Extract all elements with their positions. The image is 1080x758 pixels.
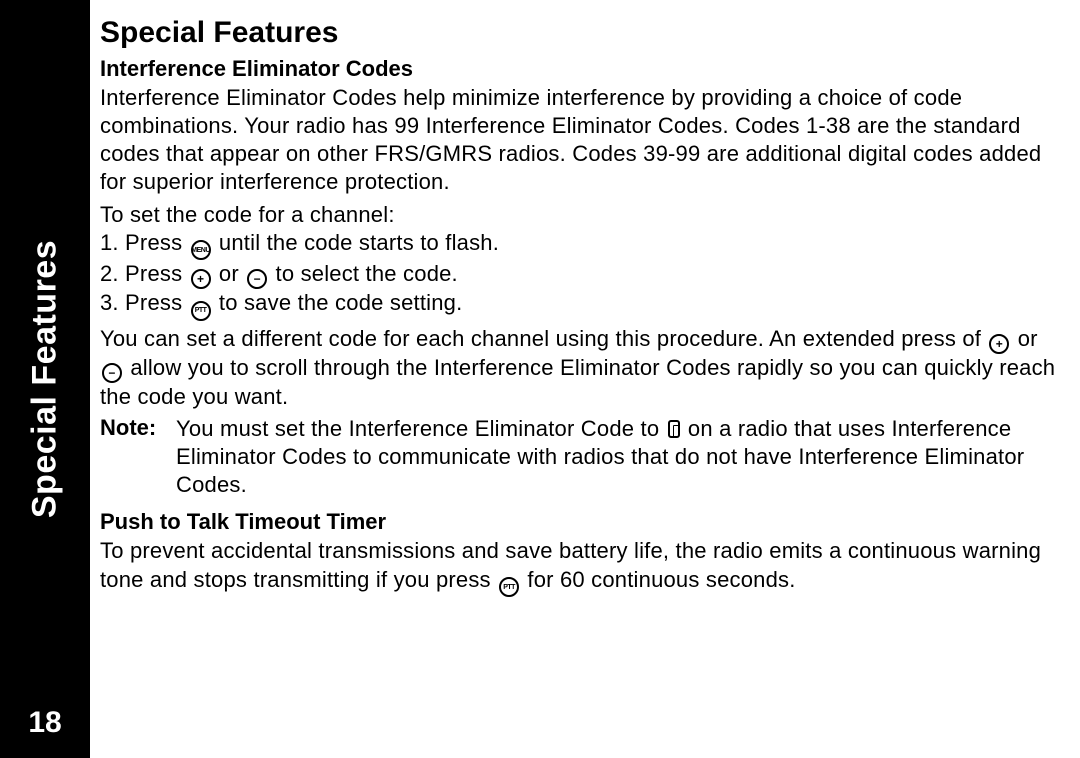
step-3-text-b: to save the code setting. [219, 290, 463, 315]
sidebar-section-label: Special Features [26, 240, 65, 518]
content-area: Special Features Interference Eliminator… [100, 16, 1056, 597]
manual-page: Special Features 18 Special Features Int… [0, 0, 1080, 758]
zero-glyph-icon [668, 420, 680, 438]
sidebar: Special Features 18 [0, 0, 90, 758]
step-2-text-c: to select the code. [276, 261, 458, 286]
steps-lead: To set the code for a channel: [100, 201, 1056, 229]
scroll-text-c: allow you to scroll through the Interfer… [100, 355, 1055, 409]
scroll-text-b: or [1018, 326, 1038, 351]
ptt-icon: PTT [191, 301, 211, 321]
minus-icon: − [247, 269, 267, 289]
minus-icon: − [102, 363, 122, 383]
plus-icon: + [191, 269, 211, 289]
step-2: 2. Press + or − to select the code. [100, 260, 1056, 289]
ptt-paragraph: To prevent accidental transmissions and … [100, 537, 1056, 597]
note-body: You must set the Interference Eliminator… [172, 415, 1056, 499]
note-label: Note: [100, 415, 172, 499]
plus-icon: + [989, 334, 1009, 354]
note-block: Note: You must set the Interference Elim… [100, 415, 1056, 499]
step-2-text-b: or [219, 261, 245, 286]
note-text-a: You must set the Interference Eliminator… [176, 416, 666, 441]
step-2-text-a: 2. Press [100, 261, 189, 286]
ptt-icon: PTT [499, 577, 519, 597]
menu-icon: MENU [191, 240, 211, 260]
step-1-text-a: 1. Press [100, 230, 189, 255]
step-1: 1. Press MENU until the code starts to f… [100, 229, 1056, 261]
page-title: Special Features [100, 16, 1056, 50]
section-heading-interference: Interference Eliminator Codes [100, 56, 1056, 82]
page-number: 18 [0, 706, 90, 740]
scroll-text-a: You can set a different code for each ch… [100, 326, 987, 351]
step-1-text-b: until the code starts to flash. [219, 230, 499, 255]
step-3-text-a: 3. Press [100, 290, 189, 315]
section-ptt: Push to Talk Timeout Timer To prevent ac… [100, 509, 1056, 597]
scroll-paragraph: You can set a different code for each ch… [100, 325, 1056, 411]
ptt-text-b: for 60 continuous seconds. [527, 567, 795, 592]
intro-paragraph: Interference Eliminator Codes help minim… [100, 84, 1056, 197]
section-heading-ptt: Push to Talk Timeout Timer [100, 509, 1056, 535]
step-3: 3. Press PTT to save the code setting. [100, 289, 1056, 321]
